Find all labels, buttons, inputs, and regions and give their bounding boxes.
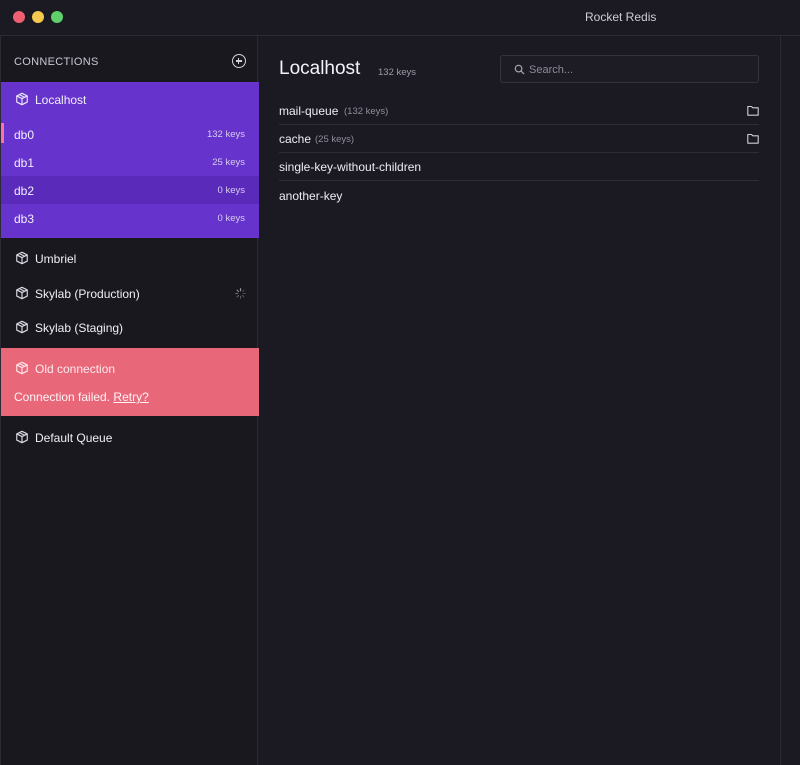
main-panel: Localhost 132 keys mail-queue (132 keys)…	[259, 36, 780, 765]
page-title: Localhost	[279, 58, 361, 79]
close-window-button[interactable]	[13, 11, 25, 23]
maximize-window-button[interactable]	[51, 11, 63, 23]
connection-label: Skylab (Production)	[35, 287, 140, 301]
cube-icon	[16, 92, 28, 106]
connection-label: Umbriel	[35, 252, 77, 266]
page-key-count: 132 keys	[378, 67, 417, 78]
key-name: single-key-without-children	[279, 160, 422, 174]
key-name: cache	[279, 132, 312, 146]
connection-row-skylab-production[interactable]: Skylab (Production)	[1, 276, 259, 310]
detail-pane	[780, 36, 800, 765]
sidebar-title: CONNECTIONS	[14, 56, 99, 68]
folder-icon	[747, 105, 759, 116]
database-item-db3[interactable]: db3 0 keys	[1, 204, 259, 232]
key-count: (25 keys)	[315, 134, 355, 145]
database-key-count: 0 keys	[217, 185, 245, 196]
search-box[interactable]	[500, 55, 759, 83]
cube-icon	[16, 361, 28, 375]
key-row-mail-queue[interactable]: mail-queue (132 keys)	[279, 97, 759, 125]
database-item-db1[interactable]: db1 25 keys	[1, 148, 259, 176]
connection-row-default-queue[interactable]: Default Queue	[1, 420, 259, 454]
database-item-db0[interactable]: db0 132 keys	[1, 120, 259, 148]
connection-row-localhost[interactable]: Localhost	[1, 82, 259, 116]
database-key-count: 25 keys	[212, 157, 245, 168]
connection-error-message: Connection failed. Retry?	[14, 390, 149, 404]
database-key-count: 0 keys	[217, 213, 245, 224]
key-name: mail-queue	[279, 104, 339, 118]
retry-link[interactable]: Retry?	[113, 390, 148, 404]
key-row-single-key-without-children[interactable]: single-key-without-children	[279, 153, 759, 181]
error-text: Connection failed.	[14, 390, 111, 404]
connection-row-skylab-staging[interactable]: Skylab (Staging)	[1, 310, 259, 344]
connection-label: Old connection	[35, 362, 116, 376]
connection-label: Skylab (Staging)	[35, 321, 124, 335]
connection-localhost: Localhost db0 132 keys db1 25 keys db2 0…	[1, 82, 259, 238]
database-name: db0	[14, 128, 35, 142]
key-row-cache[interactable]: cache (25 keys)	[279, 125, 759, 153]
window-title: Rocket Redis	[585, 10, 657, 24]
title-bar: Rocket Redis	[0, 0, 800, 36]
minimize-window-button[interactable]	[32, 11, 44, 23]
search-icon	[514, 64, 525, 75]
connection-label: Localhost	[35, 93, 87, 107]
database-name: db1	[14, 156, 35, 170]
key-name: another-key	[279, 189, 343, 203]
search-input[interactable]	[529, 61, 749, 78]
add-connection-button[interactable]	[232, 54, 246, 68]
database-item-db2[interactable]: db2 0 keys	[1, 176, 259, 204]
folder-icon	[747, 133, 759, 144]
key-count: (132 keys)	[344, 106, 389, 117]
database-key-count: 132 keys	[206, 129, 245, 140]
database-name: db2	[14, 184, 35, 198]
connection-failed-old-connection[interactable]: Old connection Connection failed. Retry?	[1, 348, 259, 416]
sidebar-header: CONNECTIONS	[1, 36, 259, 82]
loading-spinner-icon	[235, 288, 246, 299]
key-row-another-key[interactable]: another-key	[279, 182, 759, 210]
cube-icon	[16, 430, 28, 444]
cube-icon	[16, 251, 28, 265]
cube-icon	[16, 320, 28, 334]
connection-row-umbriel[interactable]: Umbriel	[1, 241, 259, 275]
connection-label: Default Queue	[35, 431, 113, 445]
database-name: db3	[14, 212, 35, 226]
cube-icon	[16, 286, 28, 300]
sidebar: CONNECTIONS Localhost db0 132 keys db1 2…	[0, 36, 259, 765]
